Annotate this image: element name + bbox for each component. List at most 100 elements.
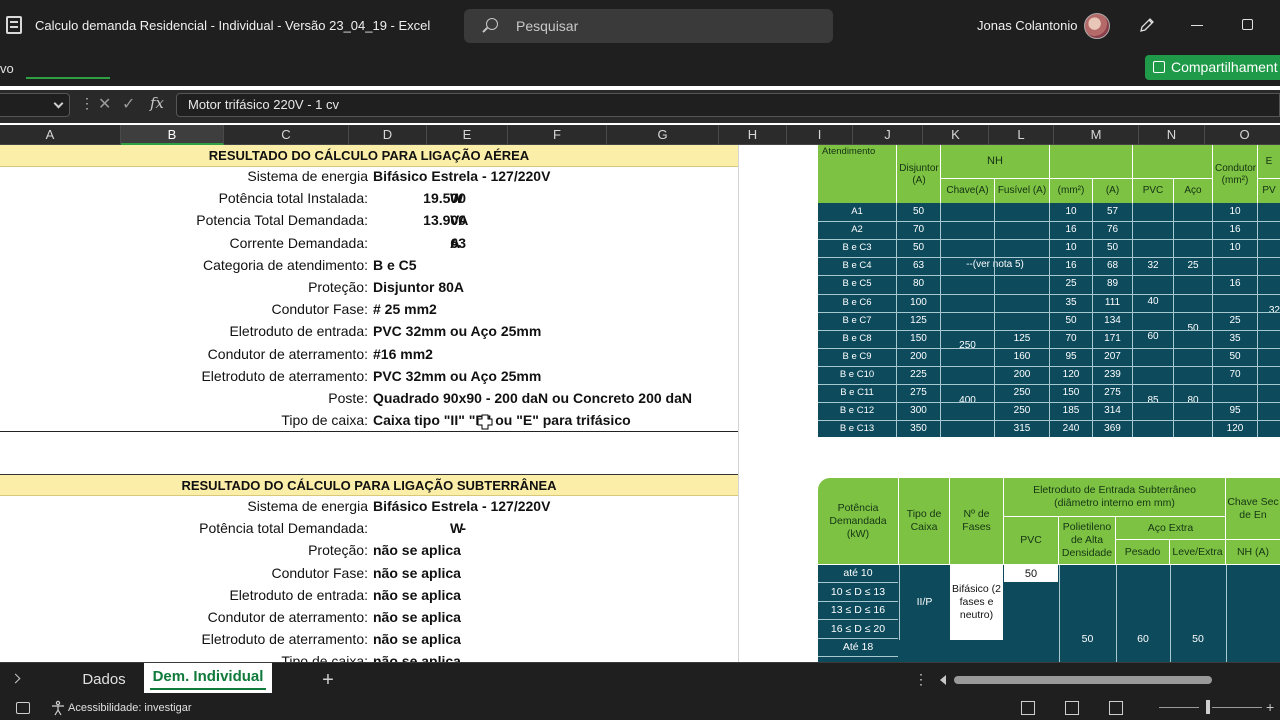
restore-icon[interactable] bbox=[1242, 19, 1253, 30]
table1-cell-cat: B e C4 bbox=[818, 257, 896, 276]
share-button[interactable]: Compartilhament bbox=[1145, 55, 1280, 80]
table1-cell-cat: A1 bbox=[818, 203, 896, 222]
aerea-row[interactable]: Potencia Total Demandada: 13.900 VA bbox=[0, 210, 738, 232]
user-name[interactable]: Jonas Colantonio bbox=[977, 18, 1077, 33]
column-header-a[interactable]: A bbox=[0, 125, 121, 145]
scroll-left-icon[interactable] bbox=[940, 675, 946, 685]
reference-table-aerea[interactable]: Atendimento Disjuntor (A) NH Chave(A) Fu… bbox=[818, 145, 1280, 437]
subterranea-header[interactable]: RESULTADO DO CÁLCULO PARA LIGAÇÃO SUBTER… bbox=[0, 474, 738, 496]
ribbon-tab[interactable]: vo bbox=[0, 61, 14, 76]
subterranea-row[interactable]: Proteção: não se aplica bbox=[0, 540, 738, 562]
aerea-header[interactable]: RESULTADO DO CÁLCULO PARA LIGAÇÃO AÉREA bbox=[0, 145, 738, 167]
zoom-track-right[interactable] bbox=[1212, 707, 1262, 708]
aerea-row[interactable]: Sistema de energia Bifásico Estrela - 127… bbox=[0, 166, 738, 188]
cell-mode-icon[interactable] bbox=[16, 702, 30, 714]
column-header-l[interactable]: L bbox=[989, 125, 1054, 145]
accessibility-status[interactable]: Acessibilidade: investigar bbox=[68, 702, 192, 714]
table1-cell-cat: B e C13 bbox=[818, 420, 896, 437]
page-break-view-icon[interactable] bbox=[1109, 701, 1123, 715]
table1-cell-fus: 125 bbox=[995, 329, 1049, 348]
subterranea-row[interactable]: Tipo de caixa: não se aplica bbox=[0, 651, 738, 662]
column-header-b[interactable]: B bbox=[121, 125, 224, 145]
search-input[interactable] bbox=[516, 16, 816, 36]
column-header-n[interactable]: N bbox=[1139, 125, 1205, 145]
aerea-row[interactable]: Categoria de atendimento: B e C5 bbox=[0, 255, 738, 277]
column-header-o[interactable]: O bbox=[1205, 125, 1280, 145]
cancel-icon[interactable]: ✕ bbox=[98, 94, 111, 114]
aerea-row[interactable]: Corrente Demandada: 63 A bbox=[0, 233, 738, 255]
table1-cell-cat: A2 bbox=[818, 221, 896, 240]
column-header-k[interactable]: K bbox=[923, 125, 989, 145]
add-sheet-icon[interactable]: + bbox=[318, 670, 338, 690]
column-header-h[interactable]: H bbox=[719, 125, 787, 145]
table1-cell-disj: 275 bbox=[897, 384, 940, 403]
accessibility-icon[interactable] bbox=[50, 700, 66, 716]
column-header-d[interactable]: D bbox=[349, 125, 427, 145]
horizontal-scrollbar[interactable] bbox=[940, 673, 1280, 687]
row-label: Condutor de aterramento: bbox=[207, 345, 368, 362]
worksheet[interactable]: RESULTADO DO CÁLCULO PARA LIGAÇÃO AÉREA … bbox=[0, 145, 1280, 662]
chevron-down-icon[interactable] bbox=[53, 98, 64, 109]
table1-cell-cond: 70 bbox=[1213, 365, 1257, 384]
subterranea-row[interactable]: Sistema de energia Bifásico Estrela - 127… bbox=[0, 496, 738, 518]
aerea-row[interactable]: Condutor de aterramento: #16 mm2 bbox=[0, 344, 738, 366]
insert-function-icon[interactable]: fx bbox=[150, 94, 164, 112]
enter-icon[interactable]: ✓ bbox=[122, 94, 135, 114]
avatar[interactable] bbox=[1084, 13, 1110, 39]
table2-fases: Bifásico (2 fases e neutro) bbox=[950, 565, 1003, 640]
scroll-thumb[interactable] bbox=[954, 676, 1212, 684]
chevron-right-icon[interactable] bbox=[10, 673, 21, 684]
normal-view-icon[interactable] bbox=[1021, 701, 1035, 715]
aerea-row[interactable]: Proteção: Disjuntor 80A bbox=[0, 277, 738, 299]
zoom-slider[interactable] bbox=[1206, 700, 1210, 714]
page-layout-view-icon[interactable] bbox=[1065, 701, 1079, 715]
row-value: Bifásico Estrela - 127/220V bbox=[373, 498, 551, 514]
table1-cell-cat: B e C8 bbox=[818, 329, 896, 348]
more-icon[interactable]: ⋮ bbox=[914, 671, 928, 688]
zoom-track-left[interactable] bbox=[1159, 707, 1199, 708]
column-divider bbox=[738, 145, 739, 662]
row-label: Tipo de caixa: bbox=[281, 653, 368, 662]
column-header-m[interactable]: M bbox=[1054, 125, 1139, 145]
column-header-c[interactable]: C bbox=[224, 125, 349, 145]
table1-cell-a: 134 bbox=[1093, 311, 1132, 330]
column-header-g[interactable]: G bbox=[607, 125, 719, 145]
reference-table-subterranea[interactable]: Potência Demandada (kW) Tipo de Caixa Nº… bbox=[818, 478, 1280, 662]
subterranea-row[interactable]: Condutor de aterramento: não se aplica bbox=[0, 607, 738, 629]
table1-cell-mm2: 35 bbox=[1050, 293, 1092, 312]
table1-cell-fus: 200 bbox=[995, 365, 1049, 384]
subterranea-row[interactable]: Condutor Fase: não se aplica bbox=[0, 563, 738, 585]
table1-col-line bbox=[994, 203, 995, 437]
table1-cell-cond: 25 bbox=[1213, 311, 1257, 330]
zoom-in-icon[interactable]: + bbox=[1266, 699, 1274, 715]
table2-pol-val: 50 bbox=[1059, 565, 1115, 662]
pen-icon[interactable] bbox=[1138, 16, 1156, 34]
formula-input[interactable]: Motor trifásico 220V - 1 cv bbox=[176, 93, 1280, 117]
subterranea-row[interactable]: Potência total Demandada: - W bbox=[0, 518, 738, 540]
aerea-row[interactable]: Potência total Instalada: 19.500 W bbox=[0, 188, 738, 210]
section-border bbox=[0, 431, 738, 432]
sheet-tab-dados[interactable]: Dados bbox=[70, 663, 138, 697]
aerea-row[interactable]: Eletroduto de entrada: PVC 32mm ou Aço 25… bbox=[0, 321, 738, 343]
sheet-tab-dem-individual[interactable]: Dem. Individual bbox=[144, 663, 272, 693]
table1-chave-250: 250 bbox=[941, 328, 994, 364]
subterranea-row[interactable]: Eletroduto de aterramento: não se aplica bbox=[0, 629, 738, 651]
column-header-e[interactable]: E bbox=[427, 125, 508, 145]
search-box[interactable] bbox=[464, 9, 833, 43]
column-header-f[interactable]: F bbox=[508, 125, 607, 145]
column-headers: ABCDEFGHIJKLMNO bbox=[0, 125, 1280, 145]
column-header-j[interactable]: J bbox=[853, 125, 923, 145]
minimize-icon[interactable] bbox=[1191, 25, 1203, 26]
subterranea-row[interactable]: Eletroduto de entrada: não se aplica bbox=[0, 585, 738, 607]
aerea-row[interactable]: Tipo de caixa: Caixa tipo "II" "P" ou "E"… bbox=[0, 410, 738, 432]
status-bar: Acessibilidade: investigar + bbox=[0, 696, 1280, 720]
save-icon[interactable] bbox=[6, 16, 22, 34]
table1-header-e: E bbox=[1258, 145, 1280, 178]
column-header-i[interactable]: I bbox=[787, 125, 853, 145]
more-icon[interactable]: ⋮ bbox=[80, 95, 94, 112]
aerea-row[interactable]: Eletroduto de aterramento: PVC 32mm ou Aç… bbox=[0, 366, 738, 388]
name-box[interactable] bbox=[0, 93, 70, 117]
aerea-row[interactable]: Condutor Fase: # 25 mm2 bbox=[0, 299, 738, 321]
table2-row-potencia: até 10 bbox=[818, 565, 898, 583]
aerea-row[interactable]: Poste: Quadrado 90x90 - 200 daN ou Concre… bbox=[0, 388, 738, 410]
